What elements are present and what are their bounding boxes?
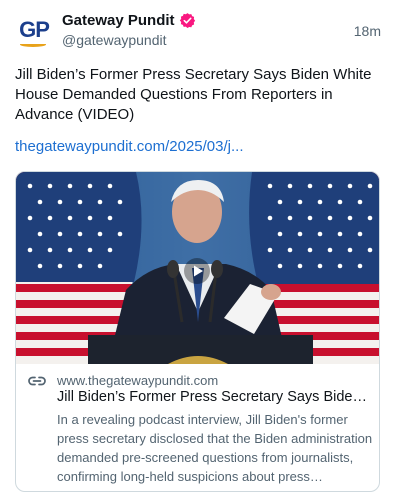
- avatar[interactable]: GP: [14, 12, 54, 52]
- timestamp[interactable]: 18m: [354, 23, 381, 39]
- avatar-swoosh: [20, 42, 46, 47]
- name-row: Gateway Pundit: [62, 12, 196, 29]
- card-domain: www.thegatewaypundit.com: [57, 373, 219, 388]
- post-link[interactable]: thegatewaypundit.com/2025/03/j...: [15, 138, 244, 155]
- avatar-logo-text: GP: [19, 17, 50, 42]
- display-name[interactable]: Gateway Pundit: [62, 12, 175, 29]
- play-icon[interactable]: [184, 258, 210, 284]
- post-text: Jill Biden’s Former Press Secretary Says…: [15, 66, 372, 123]
- card-title[interactable]: Jill Biden’s Former Press Secretary Says…: [57, 389, 373, 405]
- post[interactable]: GP Gateway Pundit @gatewaypundit 18m Jil…: [0, 0, 395, 500]
- link-icon: [28, 376, 46, 386]
- link-preview-card[interactable]: www.thegatewaypundit.com Jill Biden’s Fo…: [15, 171, 380, 492]
- verified-badge-icon: [179, 13, 195, 28]
- card-info[interactable]: www.thegatewaypundit.com Jill Biden’s Fo…: [16, 365, 379, 491]
- card-description: In a revealing podcast interview, Jill B…: [57, 412, 373, 484]
- handle[interactable]: @gatewaypundit: [62, 32, 196, 48]
- author-block[interactable]: Gateway Pundit @gatewaypundit: [62, 12, 196, 48]
